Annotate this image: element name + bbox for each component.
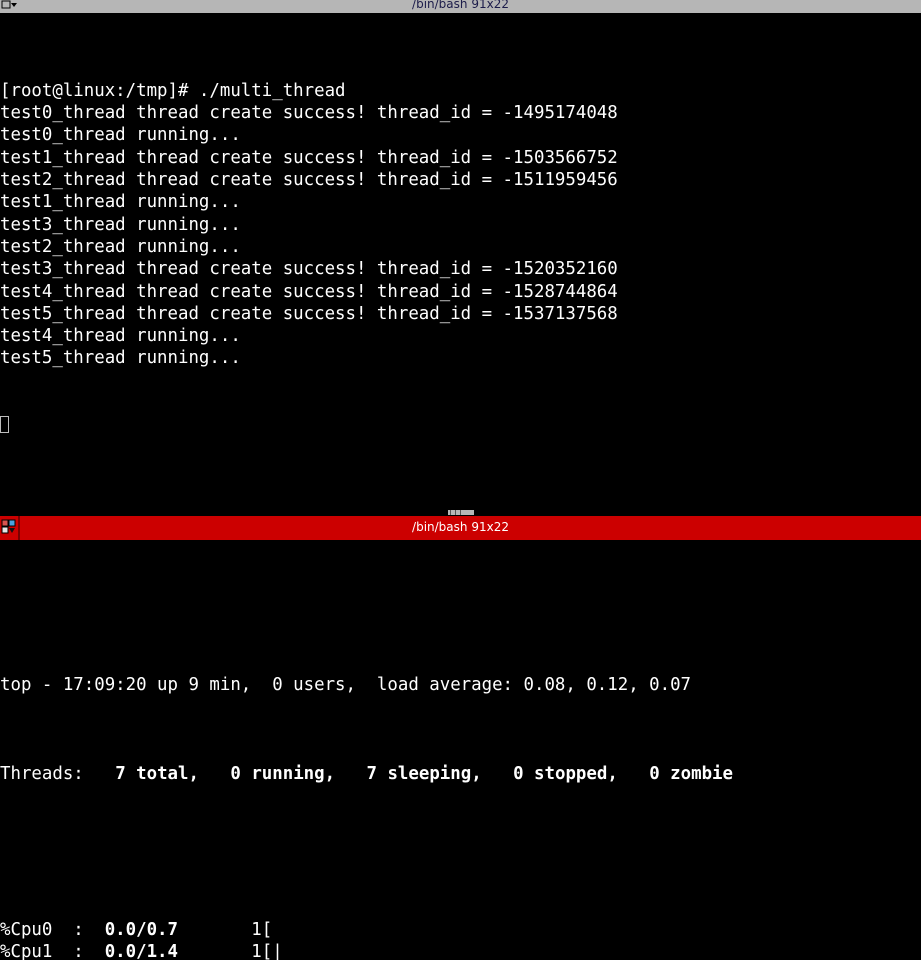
window-menu-icon[interactable] xyxy=(0,0,18,13)
threads-running: 0 running, xyxy=(230,764,335,784)
top-threads-line: Threads: 7 total, 0 running, 7 sleeping,… xyxy=(0,763,921,785)
terminal-window-top[interactable]: /bin/bash 91x22 [root@linux:/tmp]# ./mul… xyxy=(0,0,921,510)
terminal-line: test3_thread thread create success! thre… xyxy=(0,258,921,280)
terminal-line: test4_thread thread create success! thre… xyxy=(0,281,921,303)
terminal-window-bottom[interactable]: /bin/bash 91x22 top - 17:09:20 up 9 min,… xyxy=(0,510,921,960)
titlebar-divider xyxy=(18,516,20,540)
cpu-gauge-1-label: %Cpu1 : xyxy=(0,942,105,960)
window-menu-icon-active[interactable] xyxy=(0,516,18,540)
terminal-cursor-line xyxy=(0,414,921,436)
cpu-gauge-0-bracket-open: [ xyxy=(262,920,272,940)
cpu-gauge-0-value: 0.0/0.7 xyxy=(105,920,178,940)
cpu-gauge-1-bar: | xyxy=(272,942,921,960)
terminal-line: test0_thread thread create success! thre… xyxy=(0,102,921,124)
window-title-bottom: /bin/bash 91x22 xyxy=(0,520,921,534)
terminal-line: test1_thread running... xyxy=(0,191,921,213)
top-summary-block: top - 17:09:20 up 9 min, 0 users, load a… xyxy=(0,629,921,830)
cpu-gauge-1-bracket-open: [ xyxy=(262,942,272,960)
cpu-gauge-1-gap: 1 xyxy=(178,942,262,960)
threads-sleeping: 7 sleeping, xyxy=(367,764,482,784)
threads-zombie: 0 zombie xyxy=(649,764,733,784)
terminal-line: test3_thread running... xyxy=(0,214,921,236)
titlebar-inactive[interactable]: /bin/bash 91x22 xyxy=(0,0,921,13)
terminal-line: test0_thread running... xyxy=(0,124,921,146)
terminal-text-block-top: [root@linux:/tmp]# ./multi_threadtest0_t… xyxy=(0,80,921,370)
threads-total: 7 total, xyxy=(115,764,199,784)
cpu-gauge-0-bar xyxy=(272,920,921,940)
cpu-gauge-0-label: %Cpu0 : xyxy=(0,920,105,940)
terminal-output-top[interactable]: [root@linux:/tmp]# ./multi_threadtest0_t… xyxy=(0,13,921,510)
desktop: /bin/bash 91x22 [root@linux:/tmp]# ./mul… xyxy=(0,0,921,960)
titlebar-active[interactable]: /bin/bash 91x22 xyxy=(0,516,921,540)
window-title-top: /bin/bash 91x22 xyxy=(0,0,921,11)
terminal-line: test5_thread running... xyxy=(0,347,921,369)
cpu-gauge-1: %Cpu1 : 0.0/1.4 1[| ] xyxy=(0,941,921,960)
terminal-line: test5_thread thread create success! thre… xyxy=(0,303,921,325)
resource-gauges: %Cpu0 : 0.0/0.7 1[ ]%Cpu1 : 0.0/1.4 1[| … xyxy=(0,919,921,960)
threads-stopped: 0 stopped, xyxy=(513,764,618,784)
terminal-line: test4_thread running... xyxy=(0,325,921,347)
cpu-gauge-0-gap: 1 xyxy=(178,920,262,940)
terminal-line: test1_thread thread create success! thre… xyxy=(0,147,921,169)
top-uptime-line: top - 17:09:20 up 9 min, 0 users, load a… xyxy=(0,674,921,696)
terminal-output-bottom[interactable]: top - 17:09:20 up 9 min, 0 users, load a… xyxy=(0,540,921,960)
cpu-gauge-0: %Cpu0 : 0.0/0.7 1[ ] xyxy=(0,919,921,941)
terminal-line: test2_thread running... xyxy=(0,236,921,258)
terminal-line: [root@linux:/tmp]# ./multi_thread xyxy=(0,80,921,102)
cpu-gauge-1-value: 0.0/1.4 xyxy=(105,942,178,960)
window-resize-grip[interactable] xyxy=(448,510,474,515)
threads-label: Threads: xyxy=(0,764,84,784)
terminal-line: test2_thread thread create success! thre… xyxy=(0,169,921,191)
text-cursor xyxy=(0,416,9,433)
